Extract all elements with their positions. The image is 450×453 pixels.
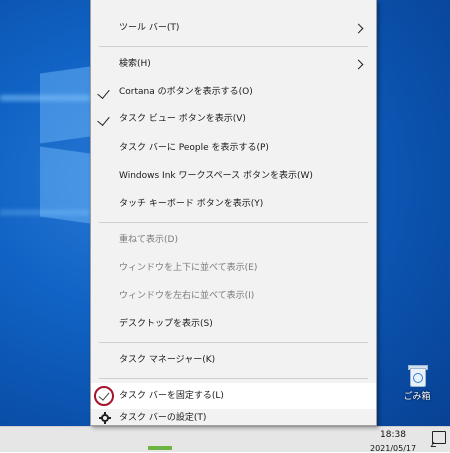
recycle-bin-label: ごみ箱 (403, 392, 431, 402)
menu-item-label: Windows Ink ワークスペース ボタンを表示(W) (119, 171, 313, 181)
menu-item-label: 重ねて表示(D) (119, 235, 178, 245)
menu-item-label: タスク マネージャー(K) (119, 355, 216, 365)
menu-item-label: タスク ビュー ボタンを表示(V) (119, 114, 246, 124)
menu-item-label: タスク バーに People を表示する(P) (119, 143, 269, 153)
menu-item-side-by-side-windows: ウィンドウを左右に並べて表示(I) (91, 283, 376, 309)
menu-item-label: タスク バーの設定(T) (119, 413, 207, 423)
checkmark-icon (98, 389, 110, 401)
highlight-circle (94, 386, 114, 406)
menu-separator (99, 222, 368, 223)
taskbar-active-app-indicator (148, 446, 172, 450)
menu-item-show-desktop[interactable]: デスクトップを表示(S) (91, 311, 376, 337)
menu-item-label: ツール バー(T) (119, 23, 180, 33)
menu-item-lock-taskbar[interactable]: タスク バーを固定する(L) (91, 383, 376, 409)
menu-separator (99, 46, 368, 47)
menu-item-search[interactable]: 検索(H) (91, 51, 376, 77)
menu-item-stack-windows: ウィンドウを上下に並べて表示(E) (91, 255, 376, 281)
menu-item-toolbars[interactable]: ツール バー(T) (91, 15, 376, 41)
menu-item-label: タッチ キーボード ボタンを表示(Y) (119, 199, 264, 209)
menu-separator (99, 342, 368, 343)
menu-item-label: デスクトップを表示(S) (119, 319, 213, 329)
menu-item-cascade-windows: 重ねて表示(D) (91, 227, 376, 253)
menu-item-label: ウィンドウを上下に並べて表示(E) (119, 263, 258, 273)
chevron-right-icon (353, 59, 364, 70)
menu-item-show-cortana[interactable]: Cortana のボタンを表示する(O) (91, 79, 376, 105)
recycle-bin-icon (408, 364, 428, 387)
menu-item-label: ウィンドウを左右に並べて表示(I) (119, 291, 255, 301)
menu-item-show-task-view[interactable]: タスク ビュー ボタンを表示(V) (91, 106, 376, 132)
menu-item-show-touch-keyboard[interactable]: タッチ キーボード ボタンを表示(Y) (91, 191, 376, 217)
menu-item-show-windows-ink[interactable]: Windows Ink ワークスペース ボタンを表示(W) (91, 163, 376, 189)
menu-item-taskbar-settings[interactable]: タスク バーの設定(T) (91, 411, 376, 426)
menu-item-task-manager[interactable]: タスク マネージャー(K) (91, 347, 376, 373)
taskbar-context-menu: ツール バー(T) 検索(H) Cortana のボタンを表示する(O) タスク… (90, 0, 377, 426)
menu-item-show-people[interactable]: タスク バーに People を表示する(P) (91, 135, 376, 161)
chevron-right-icon (353, 23, 364, 34)
gear-icon (99, 412, 111, 424)
notification-icon[interactable] (432, 431, 446, 444)
checkmark-icon (97, 86, 110, 99)
menu-separator (99, 378, 368, 379)
checkmark-icon (97, 113, 110, 126)
menu-item-label: タスク バーを固定する(L) (119, 391, 224, 401)
taskbar-date[interactable]: 2021/05/17 (370, 444, 416, 453)
menu-item-label: Cortana のボタンを表示する(O) (119, 87, 253, 97)
recycle-bin[interactable]: ごみ箱 (397, 364, 437, 402)
taskbar-clock[interactable]: 18:38 (380, 430, 406, 441)
desktop-windows-logo-pane (40, 66, 90, 144)
menu-item-label: 検索(H) (119, 59, 151, 69)
desktop-light-beam (0, 210, 90, 215)
